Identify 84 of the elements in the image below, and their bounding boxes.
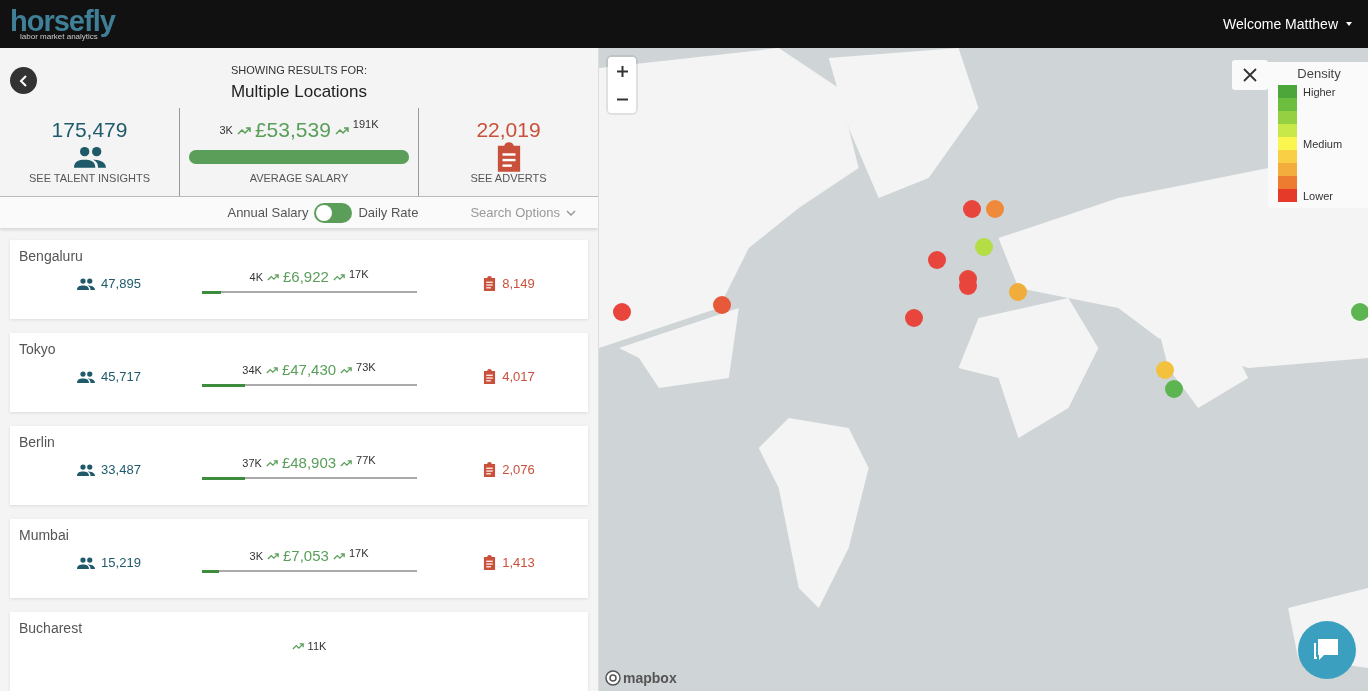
trend-up-icon xyxy=(340,365,353,374)
trend-up-icon xyxy=(332,551,345,560)
adverts-link[interactable]: SEE ADVERTS xyxy=(470,172,547,184)
trend-up-icon xyxy=(236,125,251,135)
people-icon xyxy=(77,463,96,476)
salary-min: 3K xyxy=(249,549,263,562)
toggle-label: Daily Rate xyxy=(358,205,419,220)
average-salary: £53,539 xyxy=(254,118,331,142)
adverts-count: 4,017 xyxy=(502,369,535,384)
average-salary-label: AVERAGE SALARY xyxy=(249,172,349,184)
trend-up-icon xyxy=(334,125,349,135)
average-salary: £6,922 xyxy=(283,268,329,285)
talent-count: 175,479 xyxy=(51,118,128,142)
location-name: Berlin xyxy=(19,434,56,450)
trend-up-icon xyxy=(340,458,353,467)
clipboard-icon xyxy=(483,555,497,570)
caret-icon xyxy=(1346,22,1352,26)
user-menu[interactable]: Welcome Matthew xyxy=(1217,15,1358,33)
average-salary: £7,053 xyxy=(283,547,329,564)
legend-label: Lower xyxy=(1303,189,1333,202)
location-name: Bengaluru xyxy=(19,248,84,264)
location-marker[interactable] xyxy=(928,251,947,270)
trend-up-icon xyxy=(265,458,278,467)
chevron-down-icon xyxy=(566,209,576,216)
adverts-count: 2,076 xyxy=(502,462,535,477)
salary-max: 17K xyxy=(348,268,369,280)
talent-insights-link[interactable]: SEE TALENT INSIGHTS xyxy=(28,172,150,184)
results-caption: SHOWING RESULTS FOR: xyxy=(229,64,369,76)
people-icon[interactable] xyxy=(73,146,106,168)
clipboard-icon xyxy=(483,276,497,291)
talent-count: 15,219 xyxy=(101,555,141,570)
location-name: Tokyo xyxy=(19,341,57,357)
people-icon xyxy=(77,370,96,383)
location-marker[interactable] xyxy=(986,199,1005,218)
legend-label: Medium xyxy=(1303,137,1343,150)
salary-max: 17K xyxy=(348,547,369,559)
average-salary: £47,430 xyxy=(281,361,337,378)
rate-switch[interactable] xyxy=(314,202,353,223)
location-name: Mumbai xyxy=(19,527,70,543)
location-marker[interactable] xyxy=(1165,379,1184,398)
world-map[interactable]: Density Higher Medium Lower mapbox xyxy=(599,48,1368,691)
salary-max: 191K xyxy=(352,118,379,130)
toggle-label: Annual Salary xyxy=(227,205,309,220)
location-marker[interactable] xyxy=(1155,360,1174,379)
location-marker[interactable] xyxy=(1009,283,1028,302)
plus-icon xyxy=(616,65,628,77)
people-icon xyxy=(77,556,96,569)
clipboard-icon xyxy=(483,462,497,477)
salary-min: 34K xyxy=(242,363,262,376)
trend-up-icon xyxy=(267,272,279,281)
logo-text: horsefly xyxy=(10,7,115,36)
results-title: Multiple Locations xyxy=(229,82,369,102)
close-icon xyxy=(1243,68,1257,82)
clipboard-icon[interactable] xyxy=(495,142,522,172)
trend-up-icon xyxy=(332,272,345,281)
adverts-count: 22,019 xyxy=(476,118,541,142)
trend-up-icon xyxy=(267,551,279,560)
close-button[interactable] xyxy=(1232,60,1268,90)
back-button[interactable] xyxy=(10,67,37,94)
salary-max: 73K xyxy=(356,361,376,373)
location-marker[interactable] xyxy=(713,296,732,315)
legend-title: Density xyxy=(1296,66,1342,81)
location-name: Bucharest xyxy=(19,620,84,636)
talent-count: 47,895 xyxy=(101,276,141,291)
trend-up-icon xyxy=(265,365,278,374)
salary-min: 3K xyxy=(219,124,233,136)
location-marker[interactable] xyxy=(905,309,924,328)
salary-max: 77K xyxy=(356,454,376,466)
salary-max: 11K xyxy=(307,640,327,652)
adverts-count: 8,149 xyxy=(502,276,535,291)
chevron-left-icon xyxy=(18,74,29,87)
salary-min: 4K xyxy=(249,270,263,283)
average-salary: £48,903 xyxy=(281,454,337,471)
trend-up-icon xyxy=(291,642,304,650)
adverts-count: 1,413 xyxy=(502,555,535,570)
location-marker[interactable] xyxy=(962,199,981,218)
clipboard-icon xyxy=(483,369,497,384)
talent-count: 33,487 xyxy=(101,462,141,477)
location-marker[interactable] xyxy=(974,238,993,257)
salary-min: 37K xyxy=(242,456,262,469)
talent-count: 45,717 xyxy=(101,369,141,384)
mapbox-logo[interactable]: mapbox xyxy=(605,670,677,686)
legend-label: Higher xyxy=(1303,85,1336,98)
people-icon xyxy=(77,277,96,290)
